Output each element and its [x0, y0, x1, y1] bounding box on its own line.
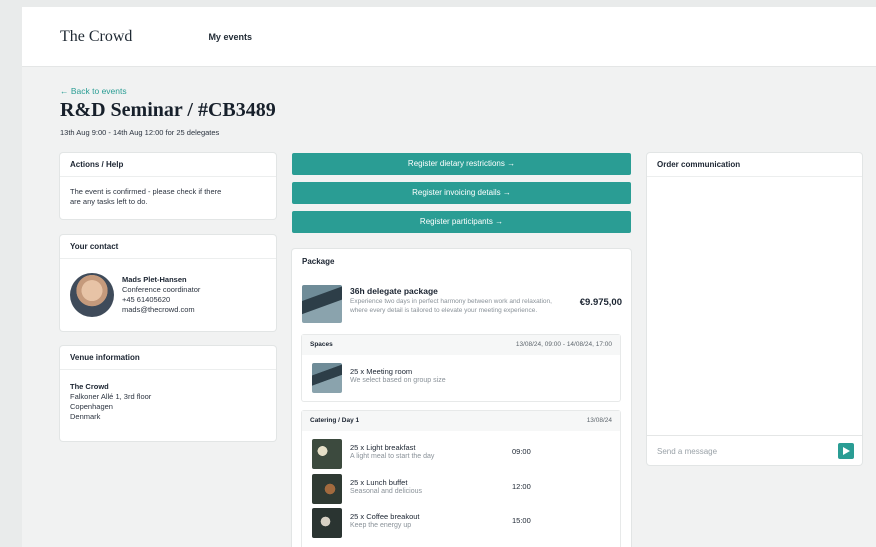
catering-section: Catering / Day 1 13/08/24 25 x Light bre…: [302, 411, 620, 547]
register-participants-button[interactable]: Register participants →: [292, 211, 631, 233]
venue-card: Venue information The Crowd Falkoner All…: [60, 346, 276, 441]
avatar: [70, 273, 114, 317]
item-time: 15:00: [512, 516, 531, 525]
package-description: Experience two days in perfect harmony b…: [350, 298, 552, 314]
package-summary: 36h delegate package Experience two days…: [302, 285, 622, 331]
lunch-image: [312, 474, 342, 504]
breakfast-image: [312, 439, 342, 469]
item-time: 09:00: [512, 447, 531, 456]
spaces-heading: Spaces: [310, 341, 333, 348]
venue-heading: Venue information: [60, 346, 276, 370]
top-navigation-bar: The Crowd My events: [22, 7, 876, 67]
catering-heading: Catering / Day 1: [310, 417, 360, 424]
nav-my-events[interactable]: My events: [208, 32, 252, 42]
item-title: 25 x Coffee breakout: [350, 512, 420, 521]
venue-city: Copenhagen: [70, 402, 113, 411]
contact-info: Mads Plet-Hansen Conference coordinator …: [122, 275, 200, 315]
order-communication-card: Order communication: [647, 153, 862, 465]
item-title: 25 x Light breakfast: [350, 443, 416, 452]
package-heading: Package: [302, 257, 335, 266]
page-title: R&D Seminar / #CB3489: [60, 99, 276, 121]
venue-address: The Crowd Falkoner Allé 1, 3rd floor Cop…: [60, 370, 276, 432]
item-time: 12:00: [512, 482, 531, 491]
list-item: 25 x Coffee breakout Keep the energy up …: [312, 508, 612, 540]
venue-country: Denmark: [70, 412, 101, 421]
actions-help-text: The event is confirmed - please check if…: [70, 187, 222, 206]
register-invoicing-button[interactable]: Register invoicing details →: [292, 182, 631, 204]
meeting-room-image: [312, 363, 342, 393]
package-card: Package 36h delegate package Experience …: [292, 249, 631, 547]
spaces-section: Spaces 13/08/24, 09:00 - 14/08/24, 17:00…: [302, 335, 620, 401]
message-composer: [647, 435, 862, 465]
register-dietary-button[interactable]: Register dietary restrictions →: [292, 153, 631, 175]
contact-card: Your contact Mads Plet-Hansen Conference…: [60, 235, 276, 331]
contact-name: Mads Plet-Hansen: [122, 275, 187, 284]
event-subtitle: 13th Aug 9:00 - 14th Aug 12:00 for 25 de…: [60, 128, 220, 137]
contact-phone[interactable]: +45 61405620: [122, 295, 200, 305]
app-window: The Crowd My events ← Back to events R&D…: [22, 7, 876, 547]
actions-help-heading: Actions / Help: [60, 153, 276, 177]
package-image: [302, 285, 342, 323]
package-price: €9.975,00: [579, 297, 622, 308]
message-input[interactable]: [657, 443, 822, 459]
coffee-image: [312, 508, 342, 538]
actions-help-card: Actions / Help The event is confirmed - …: [60, 153, 276, 219]
list-item: 25 x Lunch buffet Seasonal and delicious…: [312, 474, 612, 506]
list-item: 25 x Light breakfast A light meal to sta…: [312, 439, 612, 471]
item-subtitle: We select based on group size: [350, 377, 446, 384]
catering-header: Catering / Day 1 13/08/24: [302, 411, 620, 431]
contact-role: Conference coordinator: [122, 285, 201, 294]
item-subtitle: Seasonal and delicious: [350, 488, 422, 495]
item-subtitle: Keep the energy up: [350, 522, 412, 529]
item-title: 25 x Lunch buffet: [350, 478, 408, 487]
contact-heading: Your contact: [60, 235, 276, 259]
send-arrow-icon[interactable]: [838, 443, 854, 459]
package-name: 36h delegate package: [350, 286, 438, 296]
item-subtitle: A light meal to start the day: [350, 453, 435, 460]
venue-name: The Crowd: [70, 382, 109, 391]
back-to-events-link[interactable]: ← Back to events: [60, 86, 127, 96]
list-item: 25 x Meeting room We select based on gro…: [312, 363, 612, 395]
item-title: 25 x Meeting room: [350, 367, 413, 376]
contact-email[interactable]: mads@thecrowd.com: [122, 305, 200, 315]
order-communication-heading: Order communication: [647, 153, 862, 177]
catering-date: 13/08/24: [586, 417, 612, 424]
logo[interactable]: The Crowd: [60, 28, 132, 46]
spaces-date: 13/08/24, 09:00 - 14/08/24, 17:00: [515, 341, 612, 348]
venue-address-line: Falkoner Allé 1, 3rd floor: [70, 392, 152, 401]
spaces-header: Spaces 13/08/24, 09:00 - 14/08/24, 17:00: [302, 335, 620, 355]
